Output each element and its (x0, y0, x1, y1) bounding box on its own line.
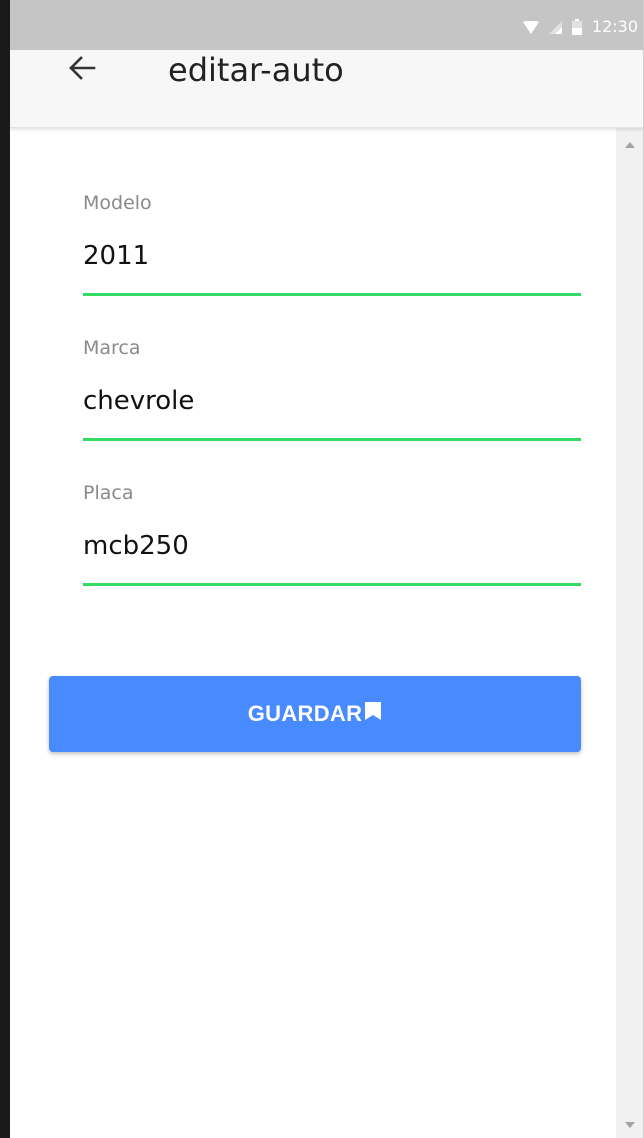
status-time: 12:30 (591, 17, 638, 36)
back-button[interactable] (62, 50, 102, 90)
marca-underline (83, 438, 581, 441)
app-header: editar-auto (10, 50, 644, 128)
guardar-label: GUARDAR (247, 701, 363, 726)
guardar-button[interactable]: GUARDAR (49, 676, 581, 752)
cellular-signal-icon (548, 20, 562, 34)
app-screen: 12:30 editar-auto Modelo Marca Placa (0, 0, 644, 1138)
device-frame-left (0, 0, 10, 1138)
status-bar: 12:30 (10, 0, 644, 50)
placa-label: Placa (83, 482, 134, 504)
modelo-underline (83, 293, 581, 296)
marca-input[interactable] (83, 381, 581, 421)
scroll-down-arrow-icon[interactable] (625, 1122, 635, 1128)
form-content: Modelo Marca Placa GUARDAR (10, 128, 616, 1138)
scroll-up-arrow-icon[interactable] (625, 142, 635, 148)
bookmark-icon (364, 701, 382, 725)
placa-underline (83, 583, 581, 586)
status-icons: 12:30 (522, 17, 638, 36)
placa-input[interactable] (83, 526, 581, 566)
page-title: editar-auto (168, 51, 344, 89)
marca-label: Marca (83, 337, 141, 359)
wifi-icon (522, 20, 539, 34)
modelo-label: Modelo (83, 192, 152, 214)
modelo-input[interactable] (83, 236, 581, 276)
scrollbar[interactable] (616, 128, 643, 1138)
arrow-left-icon (68, 56, 96, 84)
battery-icon (571, 19, 582, 35)
